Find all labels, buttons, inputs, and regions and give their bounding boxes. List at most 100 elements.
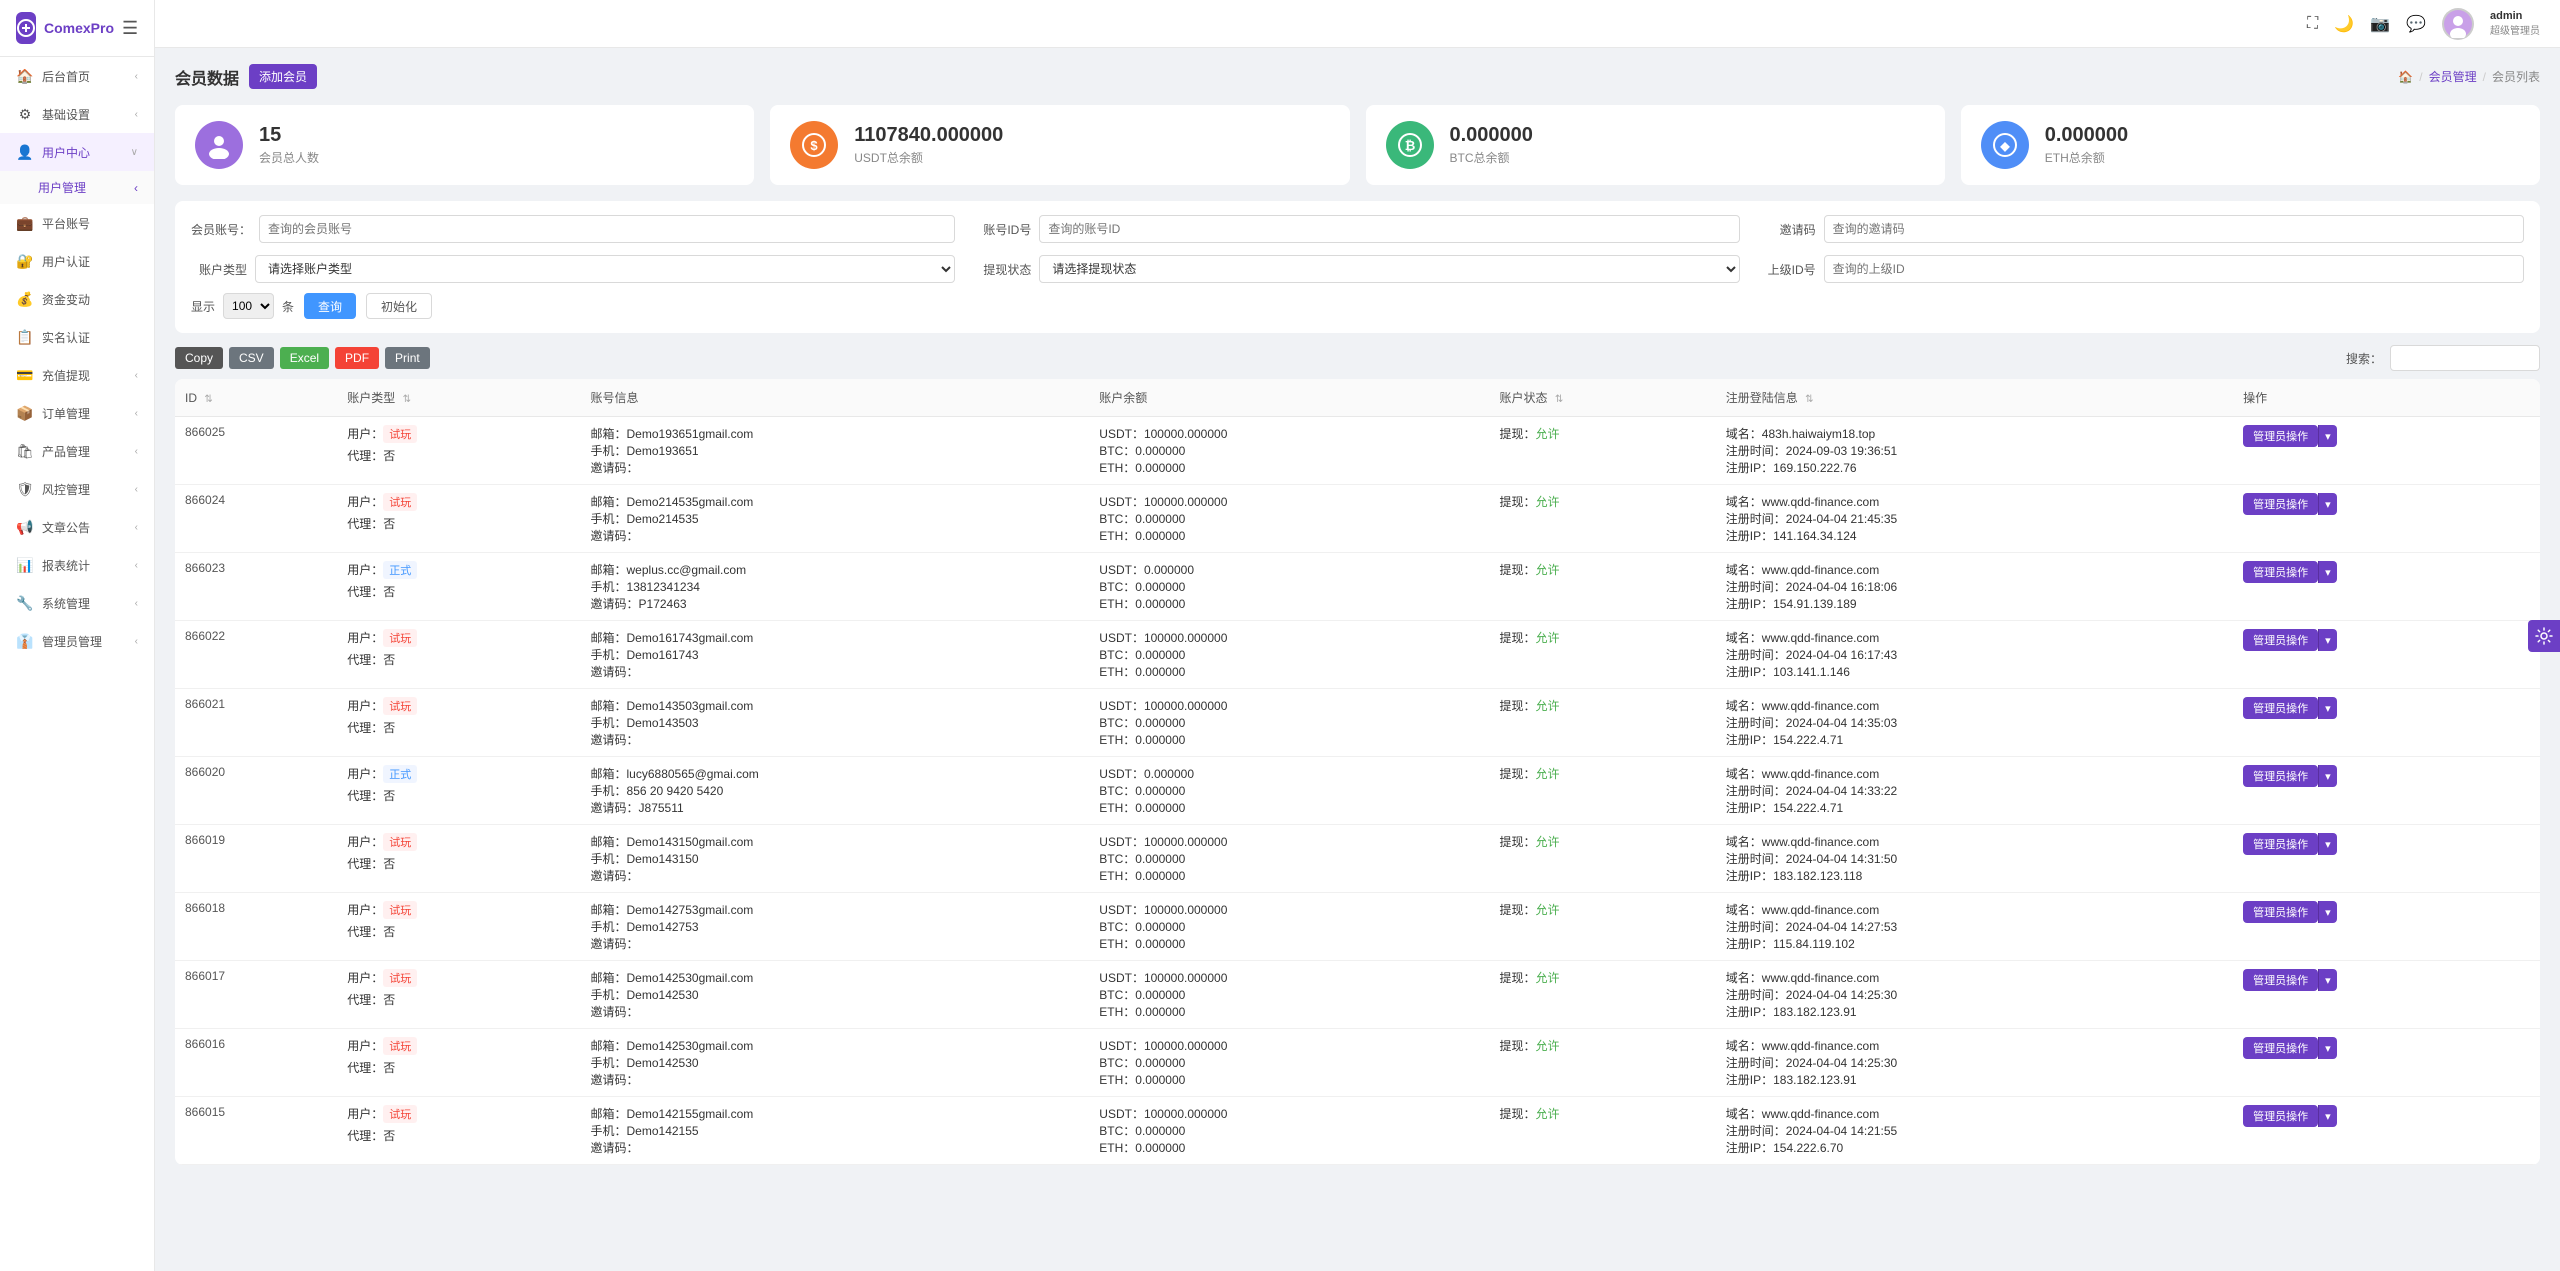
cell-login-info: 域名：www.qdd-finance.com 注册时间：2024-04-04 1… xyxy=(1716,553,2233,621)
cell-account-type: 用户：试玩 代理：否 xyxy=(337,485,580,553)
admin-action-dropdown[interactable]: ▾ xyxy=(2318,697,2337,719)
admin-btn-group: 管理员操作 ▾ xyxy=(2243,697,2530,719)
admin-action-button[interactable]: 管理员操作 xyxy=(2243,629,2318,651)
print-button[interactable]: Print xyxy=(385,347,430,369)
admin-action-dropdown[interactable]: ▾ xyxy=(2318,493,2337,515)
withdraw-status-select[interactable]: 请选择提现状态 允许 禁止 xyxy=(1039,255,1739,283)
cell-balance: USDT：100000.000000 BTC：0.000000 ETH：0.00… xyxy=(1089,417,1489,485)
admin-action-dropdown[interactable]: ▾ xyxy=(2318,629,2337,651)
invite-code-input[interactable] xyxy=(1824,215,2524,243)
admin-action-button[interactable]: 管理员操作 xyxy=(2243,697,2318,719)
cell-account-info: 邮箱：Demo143150gmail.com 手机：Demo143150 邀请码… xyxy=(581,825,1090,893)
cell-account-type: 用户：试玩 代理：否 xyxy=(337,825,580,893)
admin-action-dropdown[interactable]: ▾ xyxy=(2318,969,2337,991)
sidebar-item-recharge[interactable]: 💳 充值提现 ‹ xyxy=(0,356,154,394)
csv-button[interactable]: CSV xyxy=(229,347,274,369)
fullscreen-icon[interactable]: ⛶ xyxy=(2307,15,2318,33)
sort-icon-status[interactable]: ⇅ xyxy=(1555,394,1563,405)
admin-action-button[interactable]: 管理员操作 xyxy=(2243,425,2318,447)
admin-action-dropdown[interactable]: ▾ xyxy=(2318,561,2337,583)
col-id[interactable]: ID ⇅ xyxy=(175,379,337,417)
breadcrumb-member-management[interactable]: 会员管理 xyxy=(2429,68,2477,85)
sidebar-item-system[interactable]: 🔧 系统管理 ‹ xyxy=(0,584,154,622)
member-account-input[interactable] xyxy=(259,215,955,243)
menu-toggle-icon[interactable]: ☰ xyxy=(122,18,138,39)
home-icon[interactable]: 🏠 xyxy=(2398,70,2413,84)
cell-status: 提现：允许 xyxy=(1489,1097,1715,1165)
avatar[interactable] xyxy=(2442,8,2474,40)
agent-label: 代理：否 xyxy=(347,515,570,532)
agent-label: 代理：否 xyxy=(347,447,570,464)
col-balance: 账户余额 xyxy=(1089,379,1489,417)
query-button[interactable]: 查询 xyxy=(304,293,356,319)
sidebar-item-user-auth[interactable]: 🔐 用户认证 xyxy=(0,242,154,280)
sidebar-item-label: 订单管理 xyxy=(42,405,135,422)
theme-icon[interactable]: 🌙 xyxy=(2334,14,2354,34)
col-status[interactable]: 账户状态 ⇅ xyxy=(1489,379,1715,417)
admin-action-button[interactable]: 管理员操作 xyxy=(2243,493,2318,515)
admin-action-button[interactable]: 管理员操作 xyxy=(2243,561,2318,583)
sort-icon-login-info[interactable]: ⇅ xyxy=(1805,394,1813,405)
message-icon[interactable]: 💬 xyxy=(2406,14,2426,34)
filter-invite-code-label: 邀请码 xyxy=(1760,221,1816,238)
dashboard-icon: 🏠 xyxy=(16,67,34,85)
sort-icon-id[interactable]: ⇅ xyxy=(204,394,212,405)
table-row: 866016 用户：试玩 代理：否 邮箱：Demo142530gmail.com… xyxy=(175,1029,2540,1097)
sidebar-item-user-center[interactable]: 👤 用户中心 ∨ xyxy=(0,133,154,171)
sidebar-item-product-management[interactable]: 🛍 产品管理 ‹ xyxy=(0,432,154,470)
table-body: 866025 用户：试玩 代理：否 邮箱：Demo193651gmail.com… xyxy=(175,417,2540,1165)
account-id-input[interactable] xyxy=(1039,215,1739,243)
sidebar-item-platform-account[interactable]: 💼 平台账号 xyxy=(0,204,154,242)
copy-button[interactable]: Copy xyxy=(175,347,223,369)
cell-login-info: 域名：www.qdd-finance.com 注册时间：2024-04-04 1… xyxy=(1716,961,2233,1029)
settings-fab[interactable] xyxy=(2528,620,2560,652)
col-login-info[interactable]: 注册登陆信息 ⇅ xyxy=(1716,379,2233,417)
admin-action-button[interactable]: 管理员操作 xyxy=(2243,1105,2318,1127)
sidebar-item-fund-movement[interactable]: 💰 资金变动 xyxy=(0,280,154,318)
sidebar-item-real-name[interactable]: 📋 实名认证 xyxy=(0,318,154,356)
camera-icon[interactable]: 📷 xyxy=(2370,14,2390,34)
admin-action-button[interactable]: 管理员操作 xyxy=(2243,765,2318,787)
sidebar-subitem-user-management[interactable]: 用户管理 ‹ xyxy=(0,171,154,204)
user-type-tag: 试玩 xyxy=(383,697,417,715)
col-account-type[interactable]: 账户类型 ⇅ xyxy=(337,379,580,417)
subitem-label: 用户管理 xyxy=(38,179,86,196)
table-row: 866025 用户：试玩 代理：否 邮箱：Demo193651gmail.com… xyxy=(175,417,2540,485)
admin-action-button[interactable]: 管理员操作 xyxy=(2243,901,2318,923)
admin-action-dropdown[interactable]: ▾ xyxy=(2318,765,2337,787)
cell-balance: USDT：100000.000000 BTC：0.000000 ETH：0.00… xyxy=(1089,1029,1489,1097)
table-search-input[interactable] xyxy=(2390,345,2540,371)
admin-action-dropdown[interactable]: ▾ xyxy=(2318,1105,2337,1127)
stat-label-eth: ETH总余额 xyxy=(2045,149,2128,166)
cell-action: 管理员操作 ▾ xyxy=(2233,621,2540,689)
sort-icon-account-type[interactable]: ⇅ xyxy=(403,394,411,405)
sidebar-item-announcement[interactable]: 📢 文章公告 ‹ xyxy=(0,508,154,546)
sidebar-item-risk-control[interactable]: 🛡 风控管理 ‹ xyxy=(0,470,154,508)
admin-action-dropdown[interactable]: ▾ xyxy=(2318,901,2337,923)
pdf-button[interactable]: PDF xyxy=(335,347,379,369)
sidebar-item-reports[interactable]: 📊 报表统计 ‹ xyxy=(0,546,154,584)
chevron-icon: ‹ xyxy=(135,522,138,533)
admin-action-dropdown[interactable]: ▾ xyxy=(2318,833,2337,855)
add-member-button[interactable]: 添加会员 xyxy=(249,64,317,89)
member-table: ID ⇅ 账户类型 ⇅ 账号信息 账户余额 xyxy=(175,379,2540,1165)
account-type-select[interactable]: 请选择账户类型 用户 代理 xyxy=(255,255,955,283)
table-toolbar: Copy CSV Excel PDF Print 搜索： xyxy=(175,345,2540,371)
sidebar-item-order-management[interactable]: 📦 订单管理 ‹ xyxy=(0,394,154,432)
sidebar-item-admin-management[interactable]: 👔 管理员管理 ‹ xyxy=(0,622,154,660)
reset-button[interactable]: 初始化 xyxy=(366,293,432,319)
excel-button[interactable]: Excel xyxy=(280,347,329,369)
admin-action-dropdown[interactable]: ▾ xyxy=(2318,1037,2337,1059)
filter-withdraw-status: 提现状态 请选择提现状态 允许 禁止 xyxy=(975,255,1739,283)
superior-id-input[interactable] xyxy=(1824,255,2524,283)
admin-action-dropdown[interactable]: ▾ xyxy=(2318,425,2337,447)
sidebar-item-basic-settings[interactable]: ⚙ 基础设置 ‹ xyxy=(0,95,154,133)
sidebar-item-dashboard[interactable]: 🏠 后台首页 ‹ xyxy=(0,57,154,95)
cell-login-info: 域名：www.qdd-finance.com 注册时间：2024-04-04 1… xyxy=(1716,621,2233,689)
admin-action-button[interactable]: 管理员操作 xyxy=(2243,833,2318,855)
admin-action-button[interactable]: 管理员操作 xyxy=(2243,1037,2318,1059)
admin-action-button[interactable]: 管理员操作 xyxy=(2243,969,2318,991)
agent-label: 代理：否 xyxy=(347,923,570,940)
cell-account-type: 用户：试玩 代理：否 xyxy=(337,1097,580,1165)
show-count-select[interactable]: 100 50 25 xyxy=(223,293,274,319)
